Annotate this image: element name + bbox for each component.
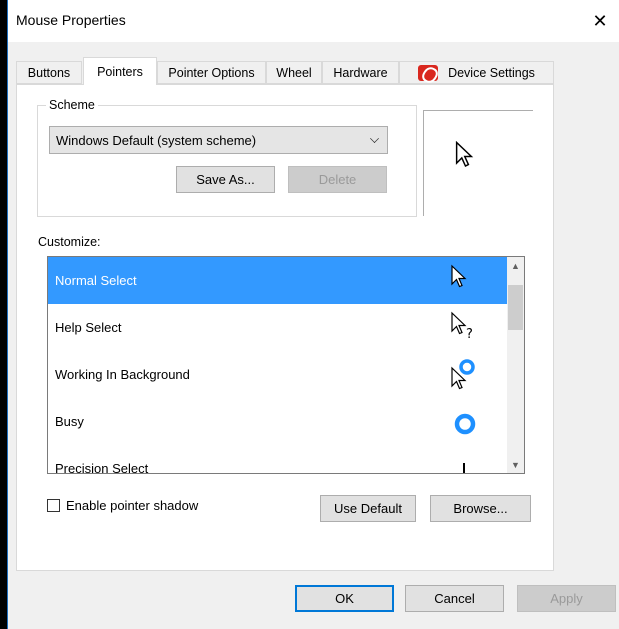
synaptics-icon <box>418 64 439 81</box>
scheme-selected-value: Windows Default (system scheme) <box>56 132 257 148</box>
working-cursor-icon <box>451 359 475 390</box>
use-default-label: Use Default <box>334 501 402 516</box>
browse-label: Browse... <box>453 501 508 516</box>
customize-label: Customize: <box>38 235 101 249</box>
list-item[interactable]: Working In Background <box>48 351 507 398</box>
list-item[interactable]: Precision Select <box>48 445 507 474</box>
close-icon: ✕ <box>592 10 608 31</box>
pointer-shadow-option[interactable]: Enable pointer shadow <box>47 498 198 513</box>
tab-label: Hardware <box>333 65 388 80</box>
cursor-list[interactable]: Normal Select Help Select ? Working In B… <box>47 256 525 474</box>
crosshair-cursor-icon <box>463 463 465 473</box>
cancel-label: Cancel <box>434 591 475 606</box>
tab-hardware[interactable]: Hardware <box>322 61 399 84</box>
tab-pointers[interactable]: Pointers <box>83 57 157 85</box>
pointers-panel: Scheme Windows Default (system scheme) S… <box>16 84 554 571</box>
list-item-label: Help Select <box>55 320 122 335</box>
apply-label: Apply <box>550 591 583 606</box>
list-item[interactable]: Help Select ? <box>48 304 507 351</box>
browse-button[interactable]: Browse... <box>430 495 531 522</box>
pointer-shadow-label: Enable pointer shadow <box>66 498 199 513</box>
pointer-shadow-checkbox[interactable] <box>47 499 60 512</box>
list-scrollbar[interactable]: ▲ ▼ <box>507 257 524 473</box>
tab-wheel[interactable]: Wheel <box>266 61 322 84</box>
ok-label: OK <box>335 591 354 606</box>
scroll-up-button[interactable]: ▲ <box>507 257 524 274</box>
window-title: Mouse Properties <box>16 12 126 28</box>
tab-buttons[interactable]: Buttons <box>16 61 82 84</box>
scheme-dropdown[interactable]: Windows Default (system scheme) <box>49 126 388 154</box>
chevron-down-icon: ▼ <box>511 459 520 470</box>
scroll-thumb[interactable] <box>508 285 523 330</box>
apply-button[interactable]: Apply <box>517 585 616 612</box>
cursor-preview <box>423 110 533 216</box>
close-button[interactable]: ✕ <box>580 0 619 42</box>
tab-label: Pointer Options <box>168 65 255 80</box>
tab-pointer-options[interactable]: Pointer Options <box>157 61 266 84</box>
list-item-label: Precision Select <box>55 461 149 474</box>
chevron-down-icon <box>370 134 379 143</box>
scheme-group-label: Scheme <box>46 98 98 112</box>
mouse-properties-window: Mouse Properties ✕ Buttons Pointers Poin… <box>7 0 619 629</box>
list-item-label: Working In Background <box>55 367 190 382</box>
tab-device-settings[interactable]: Device Settings <box>399 61 554 84</box>
cancel-button[interactable]: Cancel <box>405 585 504 612</box>
use-default-button[interactable]: Use Default <box>320 495 416 522</box>
chevron-up-icon: ▲ <box>511 260 520 271</box>
list-item-label: Normal Select <box>55 273 137 288</box>
svg-text:?: ? <box>466 327 473 342</box>
busy-cursor-icon <box>454 413 476 435</box>
delete-label: Delete <box>318 172 357 187</box>
scroll-down-button[interactable]: ▼ <box>507 456 524 473</box>
title-bar: Mouse Properties ✕ <box>8 0 619 42</box>
tab-label: Wheel <box>276 65 312 80</box>
help-cursor-icon: ? <box>451 311 473 342</box>
list-item[interactable]: Busy <box>48 398 507 445</box>
list-item[interactable]: Normal Select <box>48 257 507 304</box>
arrow-cursor-icon <box>451 264 467 288</box>
save-as-button[interactable]: Save As... <box>176 166 275 193</box>
tab-label: Device Settings <box>448 65 535 80</box>
delete-button[interactable]: Delete <box>288 166 387 193</box>
save-as-label: Save As... <box>196 172 255 187</box>
tab-label: Buttons <box>27 65 71 80</box>
arrow-cursor-icon <box>455 141 474 168</box>
scheme-group: Scheme Windows Default (system scheme) S… <box>37 98 417 217</box>
tab-label: Pointers <box>97 64 143 79</box>
list-item-label: Busy <box>55 414 84 429</box>
ok-button[interactable]: OK <box>295 585 394 612</box>
